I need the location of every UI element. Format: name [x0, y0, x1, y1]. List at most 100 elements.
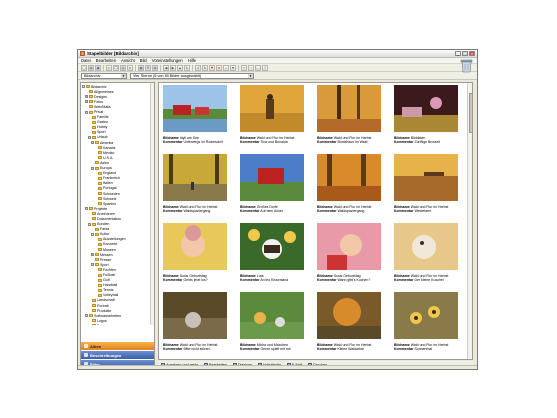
thumbnail-image[interactable] [317, 223, 381, 270]
filter-icon[interactable]: ▼ [230, 64, 236, 71]
refresh-icon[interactable]: ↻ [184, 64, 190, 71]
thumbnail-image[interactable] [240, 292, 304, 339]
thumbnail-item[interactable]: Bildname Susis Geburtstag Kommentar Wann … [317, 223, 391, 291]
menu-bild[interactable]: Bild [140, 58, 147, 63]
thumbnail-item[interactable]: Bildname Wald und Flur im Herbst Kommenta… [394, 154, 468, 222]
paste-icon[interactable]: ▥ [120, 64, 126, 71]
menu-bearbeiten[interactable]: Bearbeiten [96, 58, 116, 63]
forward-icon[interactable]: ▶ [170, 64, 176, 71]
thumbnail-item[interactable]: Bildname Bilddaten Kommentar Zünftige Bro… [394, 85, 468, 153]
collapse-icon[interactable]: - [91, 141, 94, 145]
thumbnail-image[interactable] [394, 85, 458, 132]
up-icon[interactable]: ▲ [177, 64, 183, 71]
star-icon[interactable]: ★ [216, 64, 222, 71]
fullscreen-icon[interactable]: ⛶ [255, 64, 261, 71]
collapse-icon[interactable]: - [85, 207, 88, 211]
collapse-icon[interactable]: - [85, 110, 88, 114]
thumbnail-caption: Bildname Wald und Flur im Herbst Kommenta… [317, 343, 391, 352]
thumbnail-image[interactable] [394, 223, 458, 270]
zoom-in-icon[interactable]: + [241, 64, 247, 71]
collapse-icon[interactable]: - [88, 222, 91, 226]
thumbnail-item[interactable]: Bildname Wald und Flur im Herbst Kommenta… [317, 292, 391, 359]
thumbnail-view-icon[interactable]: ▦ [138, 64, 144, 71]
thumbnail-item[interactable]: Bildname Idyll am See Kommentar Unterwegs… [163, 85, 237, 153]
thumbnail-item[interactable]: Bildname Wald und Flur im Herbst Kommenta… [394, 223, 468, 291]
close-button[interactable]: × [469, 51, 475, 56]
collapse-icon[interactable]: - [91, 232, 94, 236]
thumbnail-image[interactable] [394, 154, 458, 201]
thumbnail-item[interactable]: Bildname Luta Kommentar An leo Kissenland [240, 223, 314, 291]
thumbnail-image[interactable] [163, 85, 227, 132]
thumbnail-item[interactable]: Bildname Wald und Flur im Herbst Kommenta… [163, 292, 237, 359]
tree-scrollbar[interactable] [150, 83, 154, 325]
thumbnail-item[interactable]: Bildname Wald und Flur im Herbst Kommenta… [394, 292, 468, 359]
trash-icon[interactable] [460, 58, 473, 73]
thumbnail-image[interactable] [317, 154, 381, 201]
delete-icon[interactable]: ✕ [127, 64, 133, 71]
thumbnail-scrollbar[interactable] [467, 83, 472, 359]
caption-comment-row: Kommentar Weidefarm [394, 209, 468, 213]
menu-ansicht[interactable]: Ansicht [121, 58, 135, 63]
thumbnail-image[interactable] [394, 292, 458, 339]
thumbnail-image[interactable] [163, 292, 227, 339]
flag-icon[interactable]: ⚑ [209, 64, 215, 71]
menu-voreinstellungen[interactable]: Voreinstellungen [152, 58, 183, 63]
maximize-button[interactable]: □ [462, 51, 468, 56]
thumbnail-image[interactable] [240, 223, 304, 270]
tree-node-label: U.S.A. [103, 155, 114, 160]
expand-icon[interactable]: + [85, 100, 88, 104]
comment-label: Kommentar [163, 278, 183, 283]
image-comment: Der kleine Kuschel [414, 278, 444, 283]
collapse-icon[interactable]: - [91, 166, 94, 170]
location-combo[interactable]: Bildarchiv ▼ [81, 72, 127, 79]
list-view-icon[interactable]: ☰ [145, 64, 151, 71]
panel-beschreibungen[interactable]: Beschreibungen [81, 350, 154, 359]
collapse-icon[interactable]: - [91, 263, 94, 267]
thumbnail-image[interactable] [163, 223, 227, 270]
minimize-button[interactable]: _ [455, 51, 461, 56]
collapse-icon[interactable]: - [82, 85, 85, 89]
thumbnail-image[interactable] [317, 85, 381, 132]
search-icon[interactable]: ⌕ [223, 64, 229, 71]
collapse-icon[interactable]: - [88, 135, 91, 139]
panel-alben[interactable]: Alben [81, 341, 154, 350]
rotate-right-icon[interactable]: ↻ [202, 64, 208, 71]
help-icon[interactable]: ? [262, 64, 268, 71]
thumbnail-item[interactable]: Bildname Micha und Maxchen Kommentar Gern… [240, 292, 314, 359]
thumbnail-caption: Bildname Wald und Flur im Herbst Kommenta… [317, 136, 391, 145]
thumbnail-image[interactable] [240, 85, 304, 132]
thumbnail-image[interactable] [317, 292, 381, 339]
save-icon[interactable]: ▣ [95, 64, 101, 71]
open-icon[interactable]: ▤ [88, 64, 94, 71]
rotate-left-icon[interactable]: ↺ [195, 64, 201, 71]
comment-label: Kommentar [163, 347, 183, 352]
thumbnail-item[interactable]: Bildname Wald und Flur im Herbst Kommenta… [317, 85, 391, 153]
menu-hilfe[interactable]: Hilfe [188, 58, 196, 63]
collapse-icon[interactable]: - [85, 314, 88, 318]
detail-view-icon[interactable]: ▤ [152, 64, 158, 71]
tree-node-label: Sport [97, 130, 106, 135]
thumbnail-image[interactable] [163, 154, 227, 201]
tree-node[interactable]: Setups [82, 323, 153, 325]
thumbnail-item[interactable]: Bildname Wald und Flur im Herbst Kommenta… [240, 85, 314, 153]
thumbnail-item[interactable]: Bildname Großes Dorfe Kommentar Auf dem A… [240, 154, 314, 222]
expand-icon[interactable]: + [85, 95, 88, 99]
thumbnail-item[interactable]: Bildname Wald und Flur im Herbst Kommenta… [163, 154, 237, 222]
thumbnail-item[interactable]: Bildname Susis Geburtstag Kommentar Gehts… [163, 223, 237, 291]
comment-label: Kommentar [317, 140, 337, 145]
folder-icon [98, 202, 102, 206]
filter-combo[interactable]: Vier Sterne (5 von 89 Bilder ausgewählt)… [130, 72, 254, 79]
new-icon[interactable]: ▢ [81, 64, 87, 71]
tree-node-label: Schweiz [103, 196, 117, 201]
tree-node-label: Tennis [103, 288, 114, 293]
thumbnail-item[interactable]: Bildname Wald und Flur im Herbst Kommenta… [317, 154, 391, 222]
thumbnail-image[interactable] [240, 154, 304, 201]
separator [135, 64, 136, 71]
back-icon[interactable]: ◀ [163, 64, 169, 71]
zoom-out-icon[interactable]: − [248, 64, 254, 71]
cut-icon[interactable]: ✂ [106, 64, 112, 71]
expand-icon[interactable]: + [91, 253, 94, 257]
menu-datei[interactable]: Datei [81, 58, 91, 63]
copy-icon[interactable]: ❐ [113, 64, 119, 71]
scroll-thumb[interactable] [468, 93, 472, 133]
